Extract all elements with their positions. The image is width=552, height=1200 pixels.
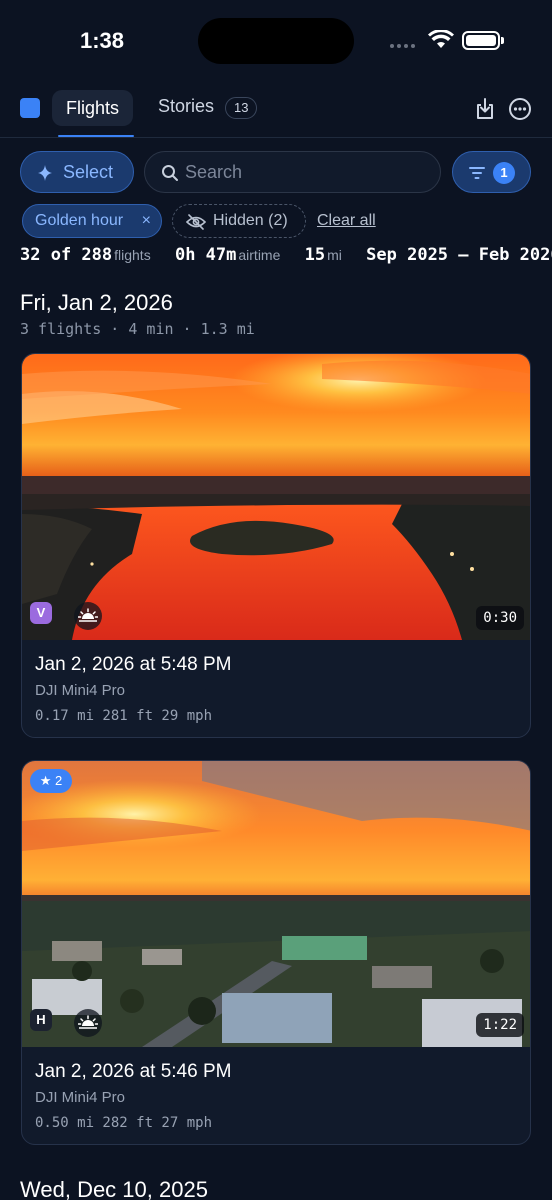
status-time: 1:38 (80, 28, 125, 53)
drone-model: DJI Mini4 Pro (35, 682, 126, 699)
share-download-icon[interactable] (472, 96, 498, 122)
tab-stories[interactable]: Stories (158, 96, 214, 117)
distance-value: 15 (304, 245, 326, 265)
flights-shown-value: 32 of 288 (20, 245, 113, 265)
stats-summary: 32 of 288 flights 0h 47m airtime 15 mi Sep … (20, 245, 552, 265)
flight-card[interactable]: V 0:30 Jan 2, 2026 at 5:48 PM DJI Mini4 … (21, 353, 531, 738)
hyperlapse-badge: H (30, 1009, 52, 1031)
flights-unit: flights (114, 247, 151, 263)
duration-badge: 0:30 (476, 606, 524, 630)
select-button[interactable]: Select (20, 151, 134, 193)
favorite-star-badge: ★ 2 (30, 769, 72, 793)
flight-stats: 0.17 mi 281 ft 29 mph (35, 708, 213, 724)
duration-badge: 1:22 (476, 1013, 524, 1037)
sunset-town-photo (22, 761, 530, 1047)
airtime-unit: airtime (238, 247, 281, 263)
hidden-chip[interactable]: Hidden (2) (172, 204, 306, 238)
wifi-icon (428, 30, 454, 48)
day-heading: Fri, Jan 2, 2026 (20, 290, 173, 315)
drone-model: DJI Mini4 Pro (35, 1089, 126, 1106)
distance-unit: mi (327, 247, 342, 263)
top-tab-bar: Flights Stories 13 (0, 84, 552, 138)
status-bar: 1:38 (0, 0, 552, 84)
golden-hour-chip-label: Golden hour (35, 212, 124, 229)
day-heading: Wed, Dec 10, 2025 (20, 1177, 208, 1200)
sunset-icon (74, 1009, 102, 1037)
golden-hour-chip[interactable]: Golden hour × (22, 204, 162, 238)
clear-all-link[interactable]: Clear all (317, 212, 376, 230)
flight-card[interactable]: ★ 2 H 1:22 Jan 2, 2026 at 5:46 PM DJI Mi… (21, 760, 531, 1145)
ellipsis-circle-icon[interactable] (507, 96, 533, 122)
filter-button[interactable]: 1 (452, 151, 531, 193)
hidden-chip-label: Hidden (2) (213, 212, 288, 229)
sunset-lake-photo (22, 354, 530, 640)
flight-thumbnail[interactable]: V 0:30 (22, 354, 530, 640)
filter-lines-icon (469, 167, 485, 179)
flight-title: Jan 2, 2026 at 5:46 PM (35, 1061, 232, 1082)
flight-thumbnail[interactable]: ★ 2 H 1:22 (22, 761, 530, 1047)
battery-icon (462, 31, 504, 50)
dynamic-island (198, 18, 354, 64)
cellular-signal-icon (390, 44, 415, 48)
date-range-value: Sep 2025 – Feb 2026 (366, 245, 552, 265)
filter-count-badge: 1 (493, 162, 515, 184)
sunset-icon (74, 602, 102, 630)
day-summary: 3 flights · 4 min · 1.3 mi (20, 320, 255, 338)
flight-stats: 0.50 mi 282 ft 27 mph (35, 1115, 213, 1131)
app-square-icon[interactable] (20, 98, 40, 118)
active-tab-indicator (58, 135, 134, 137)
eye-slash-icon (186, 214, 206, 230)
video-badge: V (30, 602, 52, 624)
search-icon (162, 165, 178, 181)
search-field[interactable] (144, 151, 441, 193)
airtime-value: 0h 47m (174, 245, 237, 265)
remove-chip-icon[interactable]: × (142, 205, 151, 237)
search-input[interactable] (185, 152, 425, 192)
select-button-label: Select (63, 162, 114, 182)
sparkle-icon (38, 165, 52, 181)
stories-count-badge: 13 (225, 97, 258, 119)
flight-title: Jan 2, 2026 at 5:48 PM (35, 654, 232, 675)
tab-flights[interactable]: Flights (52, 90, 134, 126)
